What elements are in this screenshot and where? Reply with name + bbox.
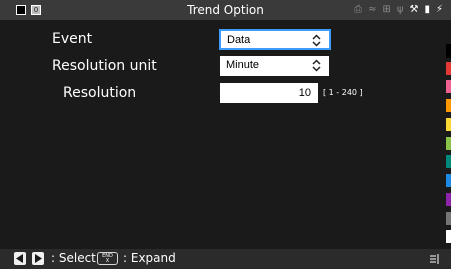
right-arrow-button[interactable] [32,252,44,265]
sd-card-icon: ▮ [424,4,430,15]
printer-icon: ⎙ [354,4,363,15]
network-icon: ⊞ [382,4,391,15]
resolution-range: [ 1 - 240 ] [323,88,363,97]
channel-color-swatch [446,118,451,131]
left-arrow-button[interactable] [14,252,26,265]
channel-color-swatch [446,99,451,112]
select-hint: : Select [51,251,96,265]
bottom-bar: : Select END X : Expand [0,249,451,269]
event-select[interactable]: Data [219,29,331,50]
wrench-icon: ⚒ [409,4,419,15]
resolution-label: Resolution [63,85,137,101]
resolution-unit-select[interactable]: Minute [220,56,329,76]
channel-color-swatch [446,174,451,187]
channel-color-swatch [446,230,451,243]
channel-color-swatch [446,212,451,225]
menu-icon[interactable] [430,254,439,264]
resolution-unit-value: Minute [226,59,260,71]
right-triangle-icon [35,254,42,263]
event-label: Event [52,31,93,47]
channel-color-swatch [446,193,451,206]
expand-hint: : Expand [123,251,176,265]
updown-chevron-icon [312,59,321,72]
end-key-icon[interactable]: END X [97,252,118,265]
end-key-bottom-label: X [105,258,110,264]
channel-color-swatch [446,155,451,168]
wifi-icon: ≈ [368,4,377,15]
channel-color-swatch [446,137,451,150]
top-bar: 0 Trend Option ⎙ ≈ ⊞ ψ ⚒ ▮ ⚡ [0,0,451,20]
channel-color-swatch [446,44,451,58]
status-icons: ⎙ ≈ ⊞ ψ ⚒ ▮ ⚡ [354,4,443,16]
resolution-input[interactable]: 10 [220,83,318,103]
updown-chevron-icon [312,34,321,47]
usb-icon: ψ [396,4,404,15]
plug-icon: ⚡ [435,4,443,15]
channel-color-swatch [446,80,451,93]
channel-color-swatch [446,62,451,75]
resolution-unit-label: Resolution unit [52,58,157,74]
left-triangle-icon [16,254,23,263]
event-value: Data [227,34,251,46]
